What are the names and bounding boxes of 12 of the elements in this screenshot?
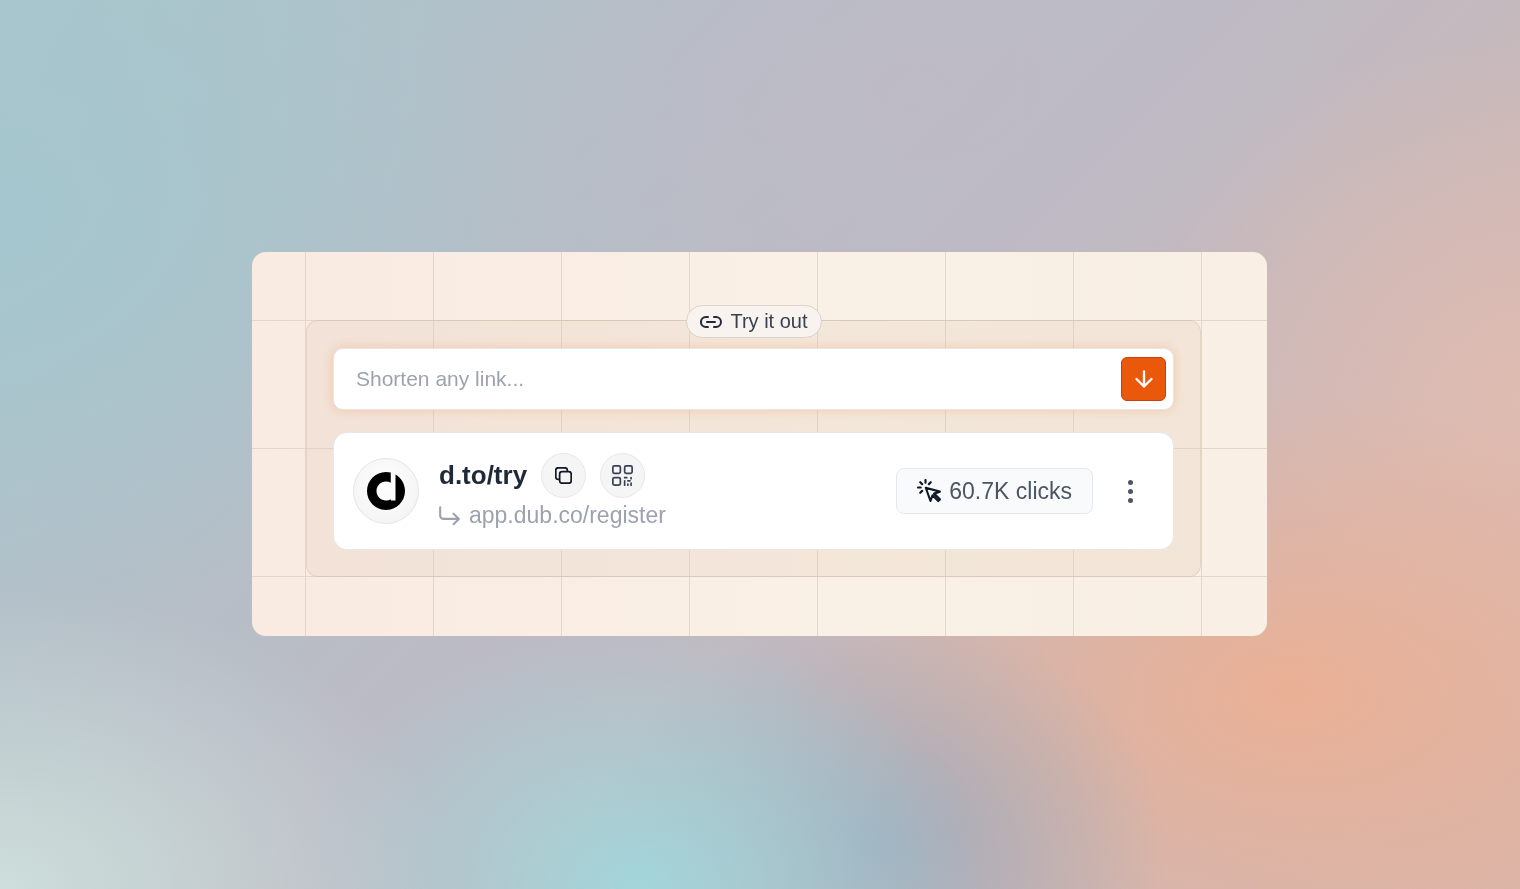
short-link[interactable]: d.to/try xyxy=(439,459,528,491)
corner-arrow-icon xyxy=(439,505,460,526)
submit-button[interactable] xyxy=(1121,357,1166,401)
cursor-click-icon xyxy=(917,479,942,503)
clicks-button[interactable]: 60.7K clicks xyxy=(896,468,1093,514)
link-icon xyxy=(699,315,722,328)
link-input-field[interactable]: Shorten any link... xyxy=(333,348,1174,410)
arrow-down-icon xyxy=(1134,370,1153,388)
badge-text: Try it out xyxy=(730,310,808,333)
more-icon xyxy=(1127,479,1133,503)
copy-icon xyxy=(555,466,573,484)
qr-code-icon xyxy=(612,464,634,486)
